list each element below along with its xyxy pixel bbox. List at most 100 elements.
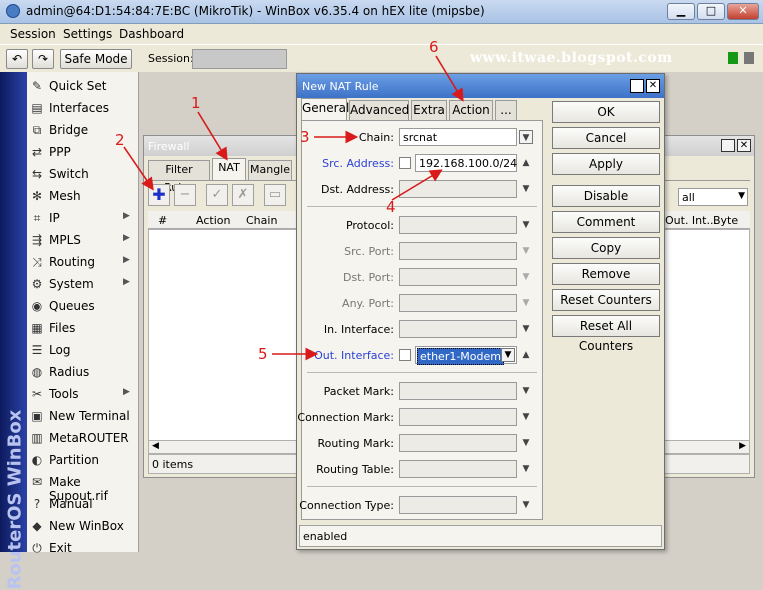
tab-action[interactable]: Action	[449, 100, 493, 120]
in-interface-row: In. Interface: ▼	[302, 320, 544, 340]
redo-button[interactable]: ↷	[32, 49, 54, 69]
any-port-expand-icon[interactable]: ▼	[519, 296, 533, 310]
routing-mark-input[interactable]	[399, 434, 517, 452]
routing-table-expand-icon[interactable]: ▼	[519, 462, 533, 476]
packet-mark-input[interactable]	[399, 382, 517, 400]
sidebar-item-quick-set[interactable]: ✎ Quick Set	[27, 75, 139, 97]
reset-counters-button[interactable]: Reset Counters	[552, 289, 660, 311]
out-interface-select[interactable]: ether1-Modem ▼	[415, 346, 517, 365]
src-address-collapse-icon[interactable]: ▲	[519, 156, 533, 170]
any-port-input[interactable]	[399, 294, 517, 312]
tab-filter-rules[interactable]: Filter Rules	[148, 160, 210, 194]
sidebar-item-exit[interactable]: ⏻ Exit	[27, 537, 139, 559]
ok-button[interactable]: OK	[552, 101, 660, 123]
tab-more[interactable]: ...	[495, 100, 517, 120]
menu-settings[interactable]: Settings	[63, 27, 112, 41]
sidebar-item-make-supout-rif[interactable]: ✉ Make Supout.rif	[27, 471, 139, 503]
sidebar-item-tools[interactable]: ✂ Tools ▶	[27, 383, 139, 405]
sidebar-item-radius[interactable]: ◍ Radius	[27, 361, 139, 383]
out-interface-dropdown-icon[interactable]: ▼	[501, 348, 515, 362]
menu-session[interactable]: Session	[10, 27, 56, 41]
tab-advanced[interactable]: Advanced	[349, 100, 409, 120]
chain-dropdown-icon[interactable]: ▼	[519, 130, 533, 144]
sidebar-item-metarouter[interactable]: ▥ MetaROUTER	[27, 427, 139, 449]
tab-extra[interactable]: Extra	[411, 100, 447, 120]
undo-button[interactable]: ↶	[6, 49, 28, 69]
disable-button[interactable]: Disable	[552, 185, 660, 207]
firewall-close-button[interactable]: ✕	[737, 139, 751, 152]
close-button[interactable]: ✕	[727, 3, 759, 20]
dialog-restore-button[interactable]	[630, 79, 644, 93]
minimize-button[interactable]: ▁	[667, 3, 695, 20]
add-rule-button[interactable]: ✚	[148, 184, 170, 206]
remove-button[interactable]: Remove	[552, 263, 660, 285]
packet-mark-expand-icon[interactable]: ▼	[519, 384, 533, 398]
sidebar-item-files[interactable]: ▦ Files	[27, 317, 139, 339]
safe-mode-button[interactable]: Safe Mode	[60, 49, 132, 69]
sidebar-item-manual[interactable]: ? Manual	[27, 493, 139, 515]
maximize-button[interactable]: □	[697, 3, 725, 20]
remove-rule-button[interactable]: −	[174, 184, 196, 206]
column-number[interactable]: #	[158, 214, 167, 227]
column-chain[interactable]: Chain	[246, 214, 277, 227]
comment-button[interactable]: Comment	[552, 211, 660, 233]
scroll-left-icon[interactable]: ◀	[152, 441, 159, 451]
sidebar-item-new-winbox[interactable]: ◆ New WinBox	[27, 515, 139, 537]
copy-button[interactable]: Copy	[552, 237, 660, 259]
sidebar-item-switch[interactable]: ⇆ Switch	[27, 163, 139, 185]
sidebar-item-queues[interactable]: ◉ Queues	[27, 295, 139, 317]
dst-port-expand-icon[interactable]: ▼	[519, 270, 533, 284]
sidebar-item-new-terminal[interactable]: ▣ New Terminal	[27, 405, 139, 427]
routing-table-input[interactable]	[399, 460, 517, 478]
routing-mark-expand-icon[interactable]: ▼	[519, 436, 533, 450]
column-action[interactable]: Action	[196, 214, 230, 227]
out-interface-negate-checkbox[interactable]	[399, 349, 411, 361]
sidebar-item-system[interactable]: ⚙ System ▶	[27, 273, 139, 295]
sidebar-item-mpls[interactable]: ⇶ MPLS ▶	[27, 229, 139, 251]
tab-mangle[interactable]: Mangle	[248, 160, 292, 180]
comment-rule-button[interactable]: ▭	[264, 184, 286, 206]
connection-mark-expand-icon[interactable]: ▼	[519, 410, 533, 424]
sidebar-item-label: PPP	[49, 145, 71, 159]
connection-type-expand-icon[interactable]: ▼	[519, 498, 533, 512]
filter-select[interactable]: all ▼	[678, 188, 748, 206]
reset-all-counters-button[interactable]: Reset All Counters	[552, 315, 660, 353]
src-port-expand-icon[interactable]: ▼	[519, 244, 533, 258]
apply-button[interactable]: Apply	[552, 153, 660, 175]
src-address-negate-checkbox[interactable]	[399, 157, 411, 169]
dst-address-input[interactable]	[399, 180, 517, 198]
src-port-input[interactable]	[399, 242, 517, 260]
protocol-expand-icon[interactable]: ▼	[519, 218, 533, 232]
connection-type-input[interactable]	[399, 496, 517, 514]
enable-rule-button[interactable]: ✓	[206, 184, 228, 206]
sidebar-item-routing[interactable]: ⤨ Routing ▶	[27, 251, 139, 273]
chain-select[interactable]: srcnat	[399, 128, 517, 146]
firewall-restore-button[interactable]	[721, 139, 735, 152]
chain-row: Chain: srcnat ▼	[302, 128, 544, 148]
sidebar-item-interfaces[interactable]: ▤ Interfaces	[27, 97, 139, 119]
session-field[interactable]	[192, 49, 287, 69]
column-bytes[interactable]: Byte	[713, 214, 738, 227]
dialog-close-button[interactable]: ✕	[646, 79, 660, 93]
tab-general[interactable]: General	[301, 98, 349, 120]
sidebar-item-partition[interactable]: ◐ Partition	[27, 449, 139, 471]
menu-dashboard[interactable]: Dashboard	[119, 27, 184, 41]
sidebar-item-mesh[interactable]: ✻ Mesh	[27, 185, 139, 207]
connection-mark-input[interactable]	[399, 408, 517, 426]
sidebar-item-ip[interactable]: ⌗ IP ▶	[27, 207, 139, 229]
sidebar-item-label: Mesh	[49, 189, 81, 203]
column-out-interface[interactable]: Out. Int...	[665, 214, 717, 227]
disable-rule-button[interactable]: ✗	[232, 184, 254, 206]
dst-port-label: Dst. Port:	[342, 271, 394, 284]
scroll-right-icon[interactable]: ▶	[739, 441, 746, 451]
in-interface-input[interactable]	[399, 320, 517, 338]
cancel-button[interactable]: Cancel	[552, 127, 660, 149]
dst-address-expand-icon[interactable]: ▼	[519, 182, 533, 196]
tab-nat[interactable]: NAT	[212, 158, 246, 180]
out-interface-collapse-icon[interactable]: ▲	[519, 348, 533, 362]
in-interface-expand-icon[interactable]: ▼	[519, 322, 533, 336]
dst-port-input[interactable]	[399, 268, 517, 286]
protocol-input[interactable]	[399, 216, 517, 234]
src-address-input[interactable]: 192.168.100.0/24	[415, 154, 517, 172]
sidebar-item-log[interactable]: ☰ Log	[27, 339, 139, 361]
